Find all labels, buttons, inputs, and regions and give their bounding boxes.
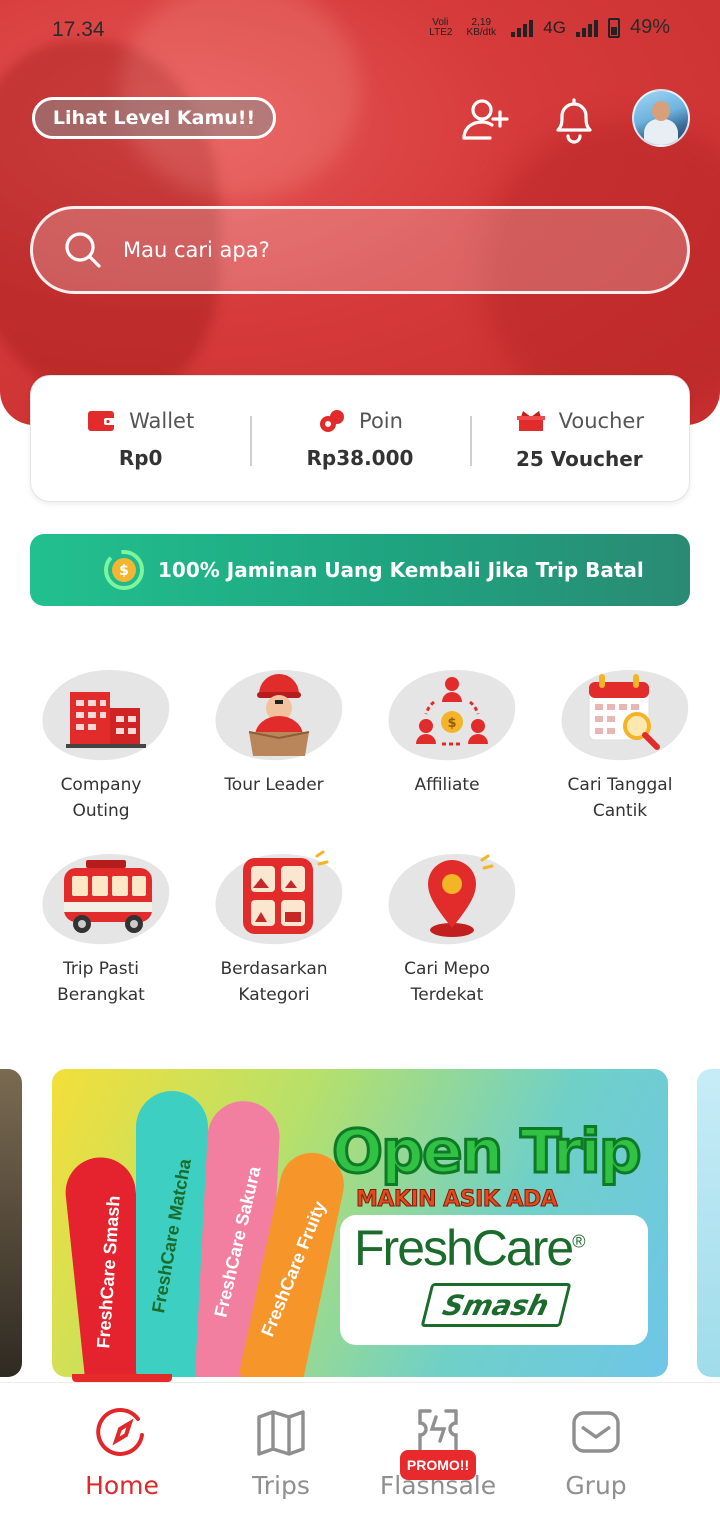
menu-label-2: Cantik [592,801,648,821]
battery-icon [607,17,620,38]
nav-trips[interactable]: Trips [201,1405,361,1500]
banner-prev-peek[interactable] [0,1069,22,1377]
banner-brand: FreshCare® [354,1220,586,1276]
building-icon [66,692,146,748]
status-indicators: Voli LTE2 2,19 KB/dtk 4G 49% [429,16,670,39]
menu-cari-tanggal-cantik[interactable]: Cari Tanggal Cantik [534,661,706,824]
promo-badge: PROMO!! [400,1450,476,1480]
nav-home[interactable]: Home [42,1405,202,1500]
wallet-label: Wallet [129,408,195,433]
network-speed: 2,19 KB/dtk [466,16,497,38]
bottom-navigation: Home Trips Flashsale Grup [0,1382,720,1520]
notification-bell-icon[interactable] [546,92,602,148]
profile-avatar[interactable] [632,89,690,147]
voucher-label: Voucher [558,408,644,433]
add-friend-icon[interactable] [458,92,514,148]
svg-text:$: $ [119,563,129,579]
network-type: 4G [543,17,566,37]
wallet-value: Rp0 [118,445,163,470]
menu-label: Cari Mepo [404,959,490,979]
refund-coin-icon: $ [104,550,144,590]
mail-icon [572,1411,620,1453]
nav-grup-label: Grup [565,1471,627,1500]
wallet-icon [88,410,117,431]
banner-product: Smash [420,1283,572,1327]
search-icon [65,232,101,268]
menu-label: Affiliate [414,775,480,795]
money-back-guarantee-banner[interactable]: $ 100% Jaminan Uang Kembali Jika Trip Ba… [30,534,690,606]
poin-icon [320,409,345,432]
menu-label-2: Kategori [238,985,310,1005]
menu-label-2: Outing [72,801,130,821]
nav-home-label: Home [85,1471,159,1500]
poin-label: Poin [359,408,403,433]
guarantee-text: 100% Jaminan Uang Kembali Jika Trip Bata… [158,558,644,582]
calendar-search-icon [588,674,660,750]
menu-label: Berdasarkan [220,959,328,979]
search-input[interactable] [121,237,601,263]
menu-cari-mepo-terdekat[interactable]: Cari Mepo Terdekat [361,845,533,1008]
tour-leader-icon [248,674,310,756]
banner-next-peek[interactable] [697,1069,720,1377]
location-pin-icon [428,854,494,937]
menu-label: Company [60,775,142,795]
voucher-icon [516,410,545,431]
banner-title: Open Trip [331,1116,644,1189]
menu-tour-leader[interactable]: Tour Leader [188,661,360,798]
menu-company-outing[interactable]: Company Outing [15,661,187,824]
poin-value: Rp38.000 [306,445,414,470]
menu-berdasarkan-kategori[interactable]: Berdasarkan Kategori [188,845,360,1008]
carousel-indicator [72,1374,172,1382]
home-compass-icon [96,1408,144,1456]
affiliate-icon: $ [416,677,488,746]
menu-label: Trip Pasti [63,959,139,979]
volte-indicator: Voli LTE2 [429,16,453,38]
status-time: 17.34 [52,18,105,41]
search-bar[interactable] [30,206,690,294]
banner-subtitle: MAKIN ASIK ADA [355,1187,558,1213]
category-icon [243,850,329,934]
signal-icon [511,19,534,37]
menu-affiliate[interactable]: $ Affiliate [361,661,533,798]
map-icon [257,1410,305,1456]
menu-label-2: Berangkat [57,985,145,1005]
status-bar: 17.34 Voli LTE2 2,19 KB/dtk 4G 49% [0,0,720,60]
menu-label: Cari Tanggal [567,775,673,795]
balance-card: Wallet Rp0 Poin Rp38.000 Voucher 25 Vouc… [30,375,690,502]
nav-grup[interactable]: Grup [516,1405,676,1500]
voucher-value: 25 Voucher [515,446,643,471]
svg-text:$: $ [447,716,456,731]
wallet-section[interactable]: Wallet Rp0 [31,376,250,501]
promo-banner[interactable]: FreshCare Smash FreshCare Matcha FreshCa… [52,1069,668,1377]
menu-trip-pasti-berangkat[interactable]: Trip Pasti Berangkat [15,845,187,1008]
bus-icon [64,860,152,933]
menu-label-2: Terdekat [410,985,484,1005]
poin-section[interactable]: Poin Rp38.000 [250,376,469,501]
menu-label: Tour Leader [224,775,324,795]
voucher-section[interactable]: Voucher 25 Voucher [469,376,689,501]
signal-icon-2 [575,19,598,37]
battery-percent: 49% [629,16,670,38]
nav-trips-label: Trips [252,1471,310,1500]
level-button[interactable]: Lihat Level Kamu!! [32,97,276,139]
